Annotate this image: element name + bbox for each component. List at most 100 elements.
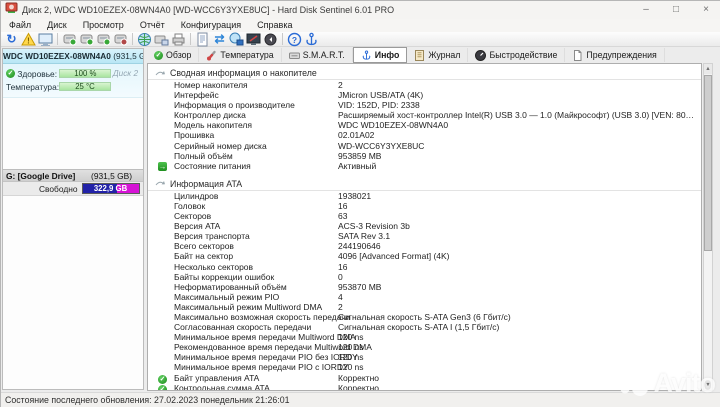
partition-item[interactable]: G: [Google Drive] (931,5 GB) Свободно 32…	[3, 169, 143, 196]
disk-number-tag: Диск 2	[112, 69, 138, 78]
usb-disk-green-1-icon[interactable]	[61, 32, 78, 47]
info-row: Секторов 63	[148, 211, 701, 221]
thermometer-icon	[206, 50, 217, 61]
free-space-bar: 322,9 GB	[81, 183, 140, 194]
close-button[interactable]: ×	[691, 1, 720, 19]
row-value: Сигнальная скорость S-ATA I (1,5 Гбит/с)	[338, 322, 500, 333]
scrollbar-thumb[interactable]	[704, 75, 712, 251]
menu-item-2[interactable]: Просмотр	[75, 19, 132, 32]
info-row: Байты коррекции ошибок 0	[148, 272, 701, 282]
temperature-label: Температура:	[6, 81, 60, 92]
section-title-text: Сводная информация о накопителе	[170, 68, 317, 78]
row-label: Неформатированный объём	[174, 281, 287, 292]
menu-item-5[interactable]: Справка	[249, 19, 300, 32]
scroll-up-arrow[interactable]: ▲	[704, 64, 712, 74]
vertical-scrollbar[interactable]: ▲ ▼	[703, 63, 713, 391]
row-label: Всего секторов	[174, 241, 234, 252]
tab-info[interactable]: Инфо	[352, 47, 408, 63]
report-icon[interactable]	[194, 32, 211, 47]
row-label: Байт управления ATA	[174, 372, 260, 383]
info-row: ✓ Байт управления ATA Корректно	[148, 372, 701, 384]
info-row: ✓ Контрольная сумма ATA Корректно	[148, 382, 701, 391]
row-value: 953870 MB	[338, 281, 382, 292]
menu-item-1[interactable]: Диск	[39, 19, 75, 32]
row-label: Минимальное время передачи PIO без IORDY	[174, 352, 358, 363]
warning-icon[interactable]: !	[20, 31, 37, 47]
help-icon[interactable]: ?	[286, 32, 303, 47]
menu-item-3[interactable]: Отчёт	[132, 19, 173, 32]
info-row: Всего секторов 244190646	[148, 241, 701, 251]
info-row: Контроллер диска Расширяемый хост-контрол…	[148, 110, 701, 120]
usb-disk-green-2-icon[interactable]	[78, 32, 95, 47]
row-value: VID: 152D, PID: 2338	[338, 100, 420, 111]
tab-overview[interactable]: ✓ Обзор	[147, 48, 200, 62]
window-title: Диск 2, WDC WD10EZEX-08WN4A0 [WD-WCC6Y3Y…	[22, 5, 395, 15]
row-label: Максимально возможная скорость передачи	[174, 311, 351, 322]
sync-icon[interactable]: ⇄	[211, 32, 228, 47]
menu-item-4[interactable]: Конфигурация	[173, 19, 249, 32]
row-label: Модель накопителя	[174, 120, 252, 131]
row-label: Несколько секторов	[174, 261, 254, 272]
tab-label: Обзор	[166, 50, 192, 60]
selected-drive-item[interactable]: WDC WD10EZEX-08WN4A0 (931,5 GB)	[3, 49, 143, 64]
ok-check-icon: ✓	[158, 383, 167, 390]
row-value: 244190646	[338, 241, 381, 252]
tab-label: Инфо	[374, 50, 400, 60]
row-value: SATA Rev 3.1	[338, 231, 391, 242]
section-collapse-icon[interactable]	[155, 69, 166, 78]
row-label: Версия ATA	[174, 221, 221, 232]
scroll-down-arrow[interactable]: ▼	[704, 380, 712, 390]
partition-name: G: [Google Drive]	[6, 171, 76, 181]
row-value: 0	[338, 271, 343, 282]
minimize-button[interactable]: –	[631, 1, 661, 19]
info-anchor-icon[interactable]	[303, 32, 320, 47]
toolbar-separator	[282, 33, 283, 45]
remote-desktop-icon[interactable]	[245, 32, 262, 47]
row-label: Минимальное время передачи PIO с IORDY	[174, 362, 349, 373]
row-label: Байты коррекции ошибок	[174, 271, 275, 282]
maximize-button[interactable]: □	[661, 1, 691, 19]
usb-disk-green-3-icon[interactable]	[95, 32, 112, 47]
tab-label: S.M.A.R.T.	[302, 50, 345, 60]
row-label: Минимальное время передачи Multiword DMA	[174, 332, 356, 343]
info-row: Информация о производителе VID: 152D, PID…	[148, 100, 701, 110]
toolbar-separator	[132, 33, 133, 45]
drive-health-box: ✓ Здоровье: 100 % Диск 2 Температура: 25…	[3, 64, 143, 98]
section-collapse-icon[interactable]	[155, 179, 166, 188]
toolbar-separator	[190, 33, 191, 45]
info-content: Сводная информация о накопителе Номер нак…	[147, 63, 702, 391]
performance-icon	[475, 49, 487, 61]
health-ok-icon: ✓	[6, 69, 15, 78]
menu-item-0[interactable]: Файл	[1, 19, 39, 32]
health-label: Здоровье:	[17, 68, 58, 79]
network-icon[interactable]	[228, 32, 245, 47]
tab-temperature[interactable]: Температура	[199, 48, 282, 62]
monitor-icon[interactable]	[37, 32, 54, 47]
row-label: Серийный номер диска	[174, 140, 267, 151]
detail-panel: ✓ Обзор Температура S.M.A.R.T. Инфо Журнал Быс…	[147, 47, 713, 391]
row-value: 4	[338, 291, 343, 302]
sound-icon[interactable]	[262, 32, 279, 47]
row-value: 16	[338, 200, 348, 211]
smart-icon	[288, 50, 300, 61]
info-row: Головок 16	[148, 201, 701, 211]
row-label: Контрольная сумма ATA	[174, 382, 270, 391]
drive-name: WDC WD10EZEX-08WN4A0	[3, 51, 111, 61]
info-row: Интерфейс JMicron USB/ATA (4K)	[148, 90, 701, 100]
row-label: Максимальный режим PIO	[174, 291, 280, 302]
tab-performance[interactable]: Быстродействие	[468, 48, 566, 62]
warnings-page-icon	[572, 49, 583, 61]
globe-icon[interactable]	[136, 32, 153, 47]
row-value: Расширяемый хост-контроллер Intel(R) USB…	[338, 110, 697, 121]
refresh-icon[interactable]: ↻	[3, 32, 20, 47]
disk-print-icon[interactable]	[170, 32, 187, 47]
row-value: ACS-3 Revision 3b	[338, 221, 410, 232]
row-label: Секторов	[174, 211, 212, 222]
tab-smart[interactable]: S.M.A.R.T.	[282, 48, 353, 62]
row-label: Прошивка	[174, 130, 215, 141]
disk-tools-icon[interactable]	[153, 32, 170, 47]
tab-journal[interactable]: Журнал	[407, 48, 469, 62]
tab-alerts[interactable]: Предупреждения	[565, 48, 665, 62]
usb-disk-red-icon[interactable]	[112, 32, 129, 47]
